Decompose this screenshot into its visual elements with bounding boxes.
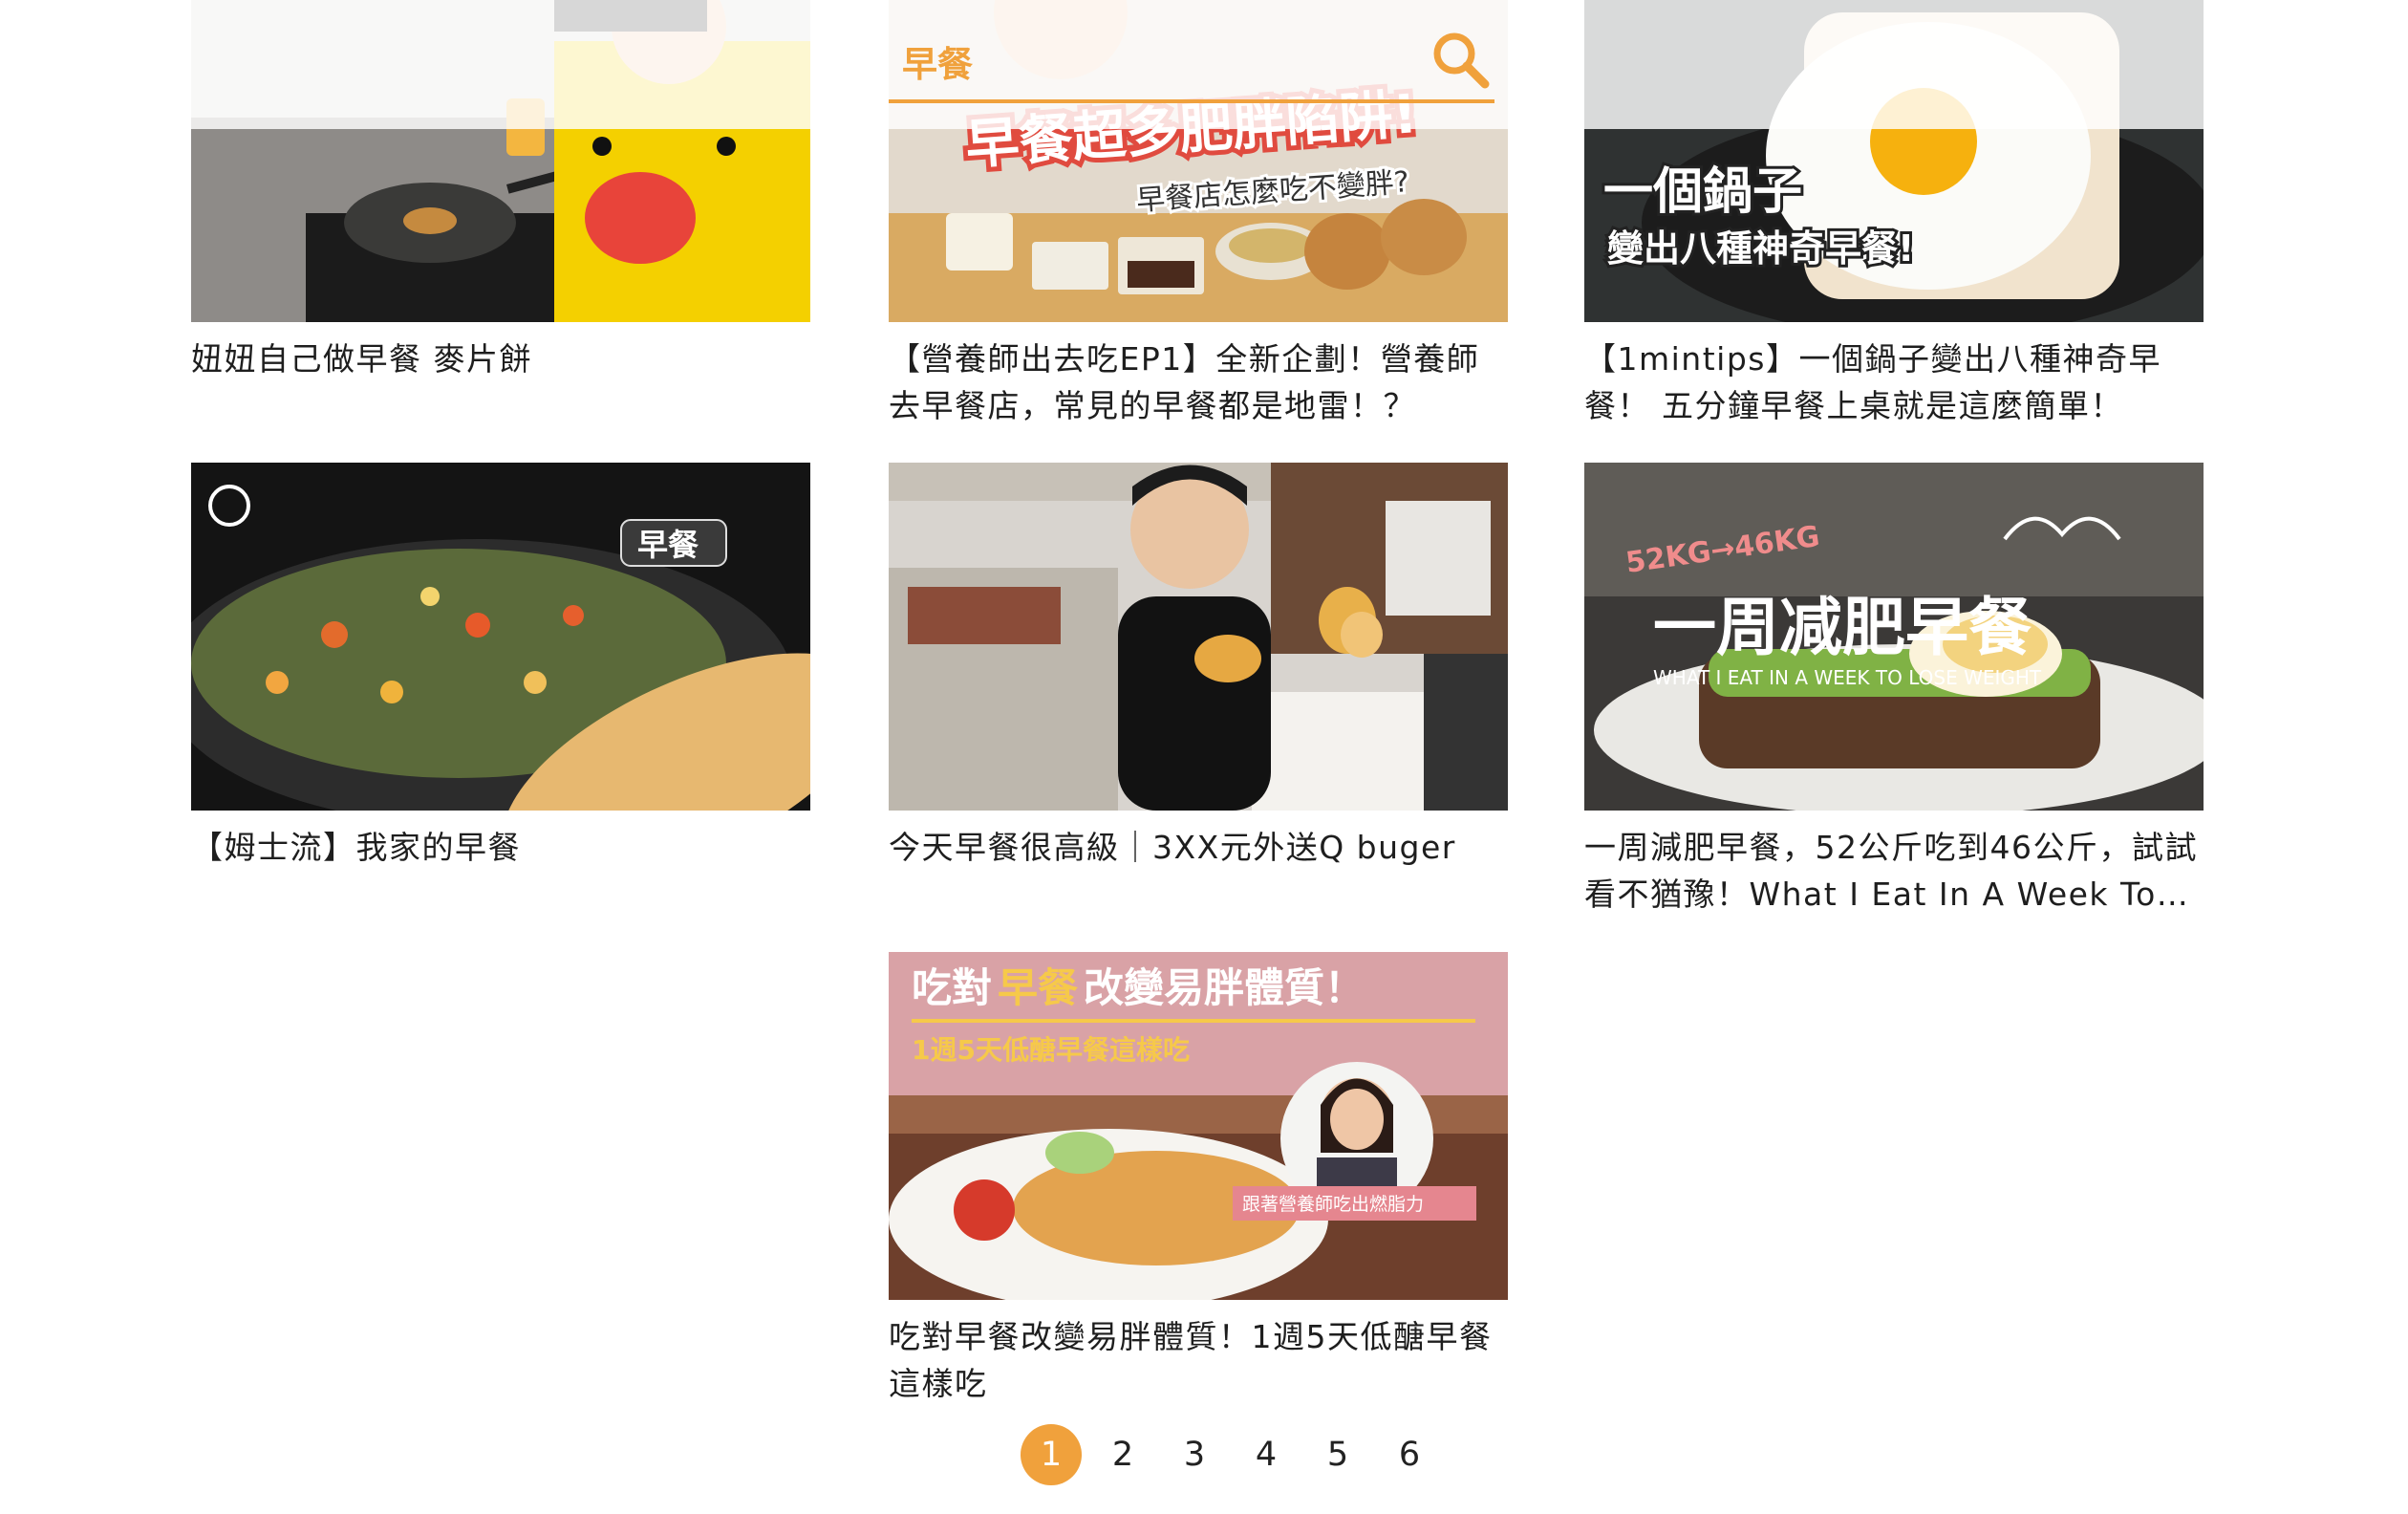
thumbnail-overlay-subtext: WHAT I EAT IN A WEEK TO LOSE WEIGHT	[1653, 666, 2042, 689]
thumbnail-overlay-text-a: 吃對	[912, 964, 992, 1011]
search-input[interactable]	[902, 38, 1399, 84]
video-title[interactable]: 【姆士流】我家的早餐	[191, 824, 810, 871]
page-1-button[interactable]: 1	[1021, 1424, 1082, 1485]
thumbnail-overlay-subtext: 1週5天低醣早餐這樣吃	[912, 1034, 1190, 1066]
video-thumbnail[interactable]: 跟著營養師吃出燃脂力 吃對 早餐 改變易胖體質！ 1週5天低醣早餐這樣吃	[889, 952, 1508, 1300]
video-title[interactable]: 今天早餐很高級｜3XX元外送Q buger	[889, 824, 1508, 871]
thumbnail-overlay-text: 一周减肥早餐	[1653, 590, 2032, 664]
video-card[interactable]: 52KG→46KG 一周减肥早餐 WHAT I EAT IN A WEEK TO…	[1584, 463, 2204, 918]
thumbnail-overlay-tag: 跟著營養師吃出燃脂力	[1242, 1194, 1424, 1215]
page-6-button[interactable]: 6	[1379, 1424, 1440, 1485]
video-thumbnail[interactable]	[889, 463, 1508, 811]
page-5-button[interactable]: 5	[1307, 1424, 1368, 1485]
page-2-button[interactable]: 2	[1092, 1424, 1153, 1485]
search-icon[interactable]	[1430, 29, 1493, 92]
thumbnail-overlay-text-b: 早餐	[998, 964, 1079, 1011]
page-4-button[interactable]: 4	[1236, 1424, 1297, 1485]
video-title[interactable]: 【營養師出去吃EP1】全新企劃！營養師去早餐店，常見的早餐都是地雷！？	[889, 335, 1508, 429]
video-card[interactable]: 跟著營養師吃出燃脂力 吃對 早餐 改變易胖體質！ 1週5天低醣早餐這樣吃 吃對早…	[889, 952, 1508, 1407]
video-title[interactable]: 【1mintips】一個鍋子變出八種神奇早餐！ 五分鐘早餐上桌就是這麼簡單！	[1584, 335, 2204, 429]
pagination: 1 2 3 4 5 6	[1021, 1424, 1451, 1485]
thumbnail-overlay-subtext: 變出八種神奇早餐!	[1607, 227, 1914, 270]
video-thumbnail[interactable]: 52KG→46KG 一周减肥早餐 WHAT I EAT IN A WEEK TO…	[1584, 463, 2204, 811]
video-card[interactable]: 今天早餐很高級｜3XX元外送Q buger	[889, 463, 1508, 871]
video-title[interactable]: 妞妞自己做早餐 麥片餅	[191, 335, 810, 382]
video-title[interactable]: 吃對早餐改變易胖體質！1週5天低醣早餐這樣吃	[889, 1313, 1508, 1407]
video-title[interactable]: 一周減肥早餐，52公斤吃到46公斤，試試看不猶豫！What I Eat In A…	[1584, 824, 2204, 918]
thumbnail-overlay-text-c: 改變易胖體質！	[1084, 964, 1365, 1011]
thumbnail-overlay-text: 早餐	[637, 527, 699, 563]
thumbnail-overlay-text: 一個鍋子	[1603, 163, 1802, 221]
search-bar[interactable]	[889, 21, 1494, 103]
video-thumbnail[interactable]: 早餐	[191, 463, 810, 811]
page-3-button[interactable]: 3	[1164, 1424, 1225, 1485]
video-card[interactable]: 早餐 【姆士流】我家的早餐	[191, 463, 810, 871]
